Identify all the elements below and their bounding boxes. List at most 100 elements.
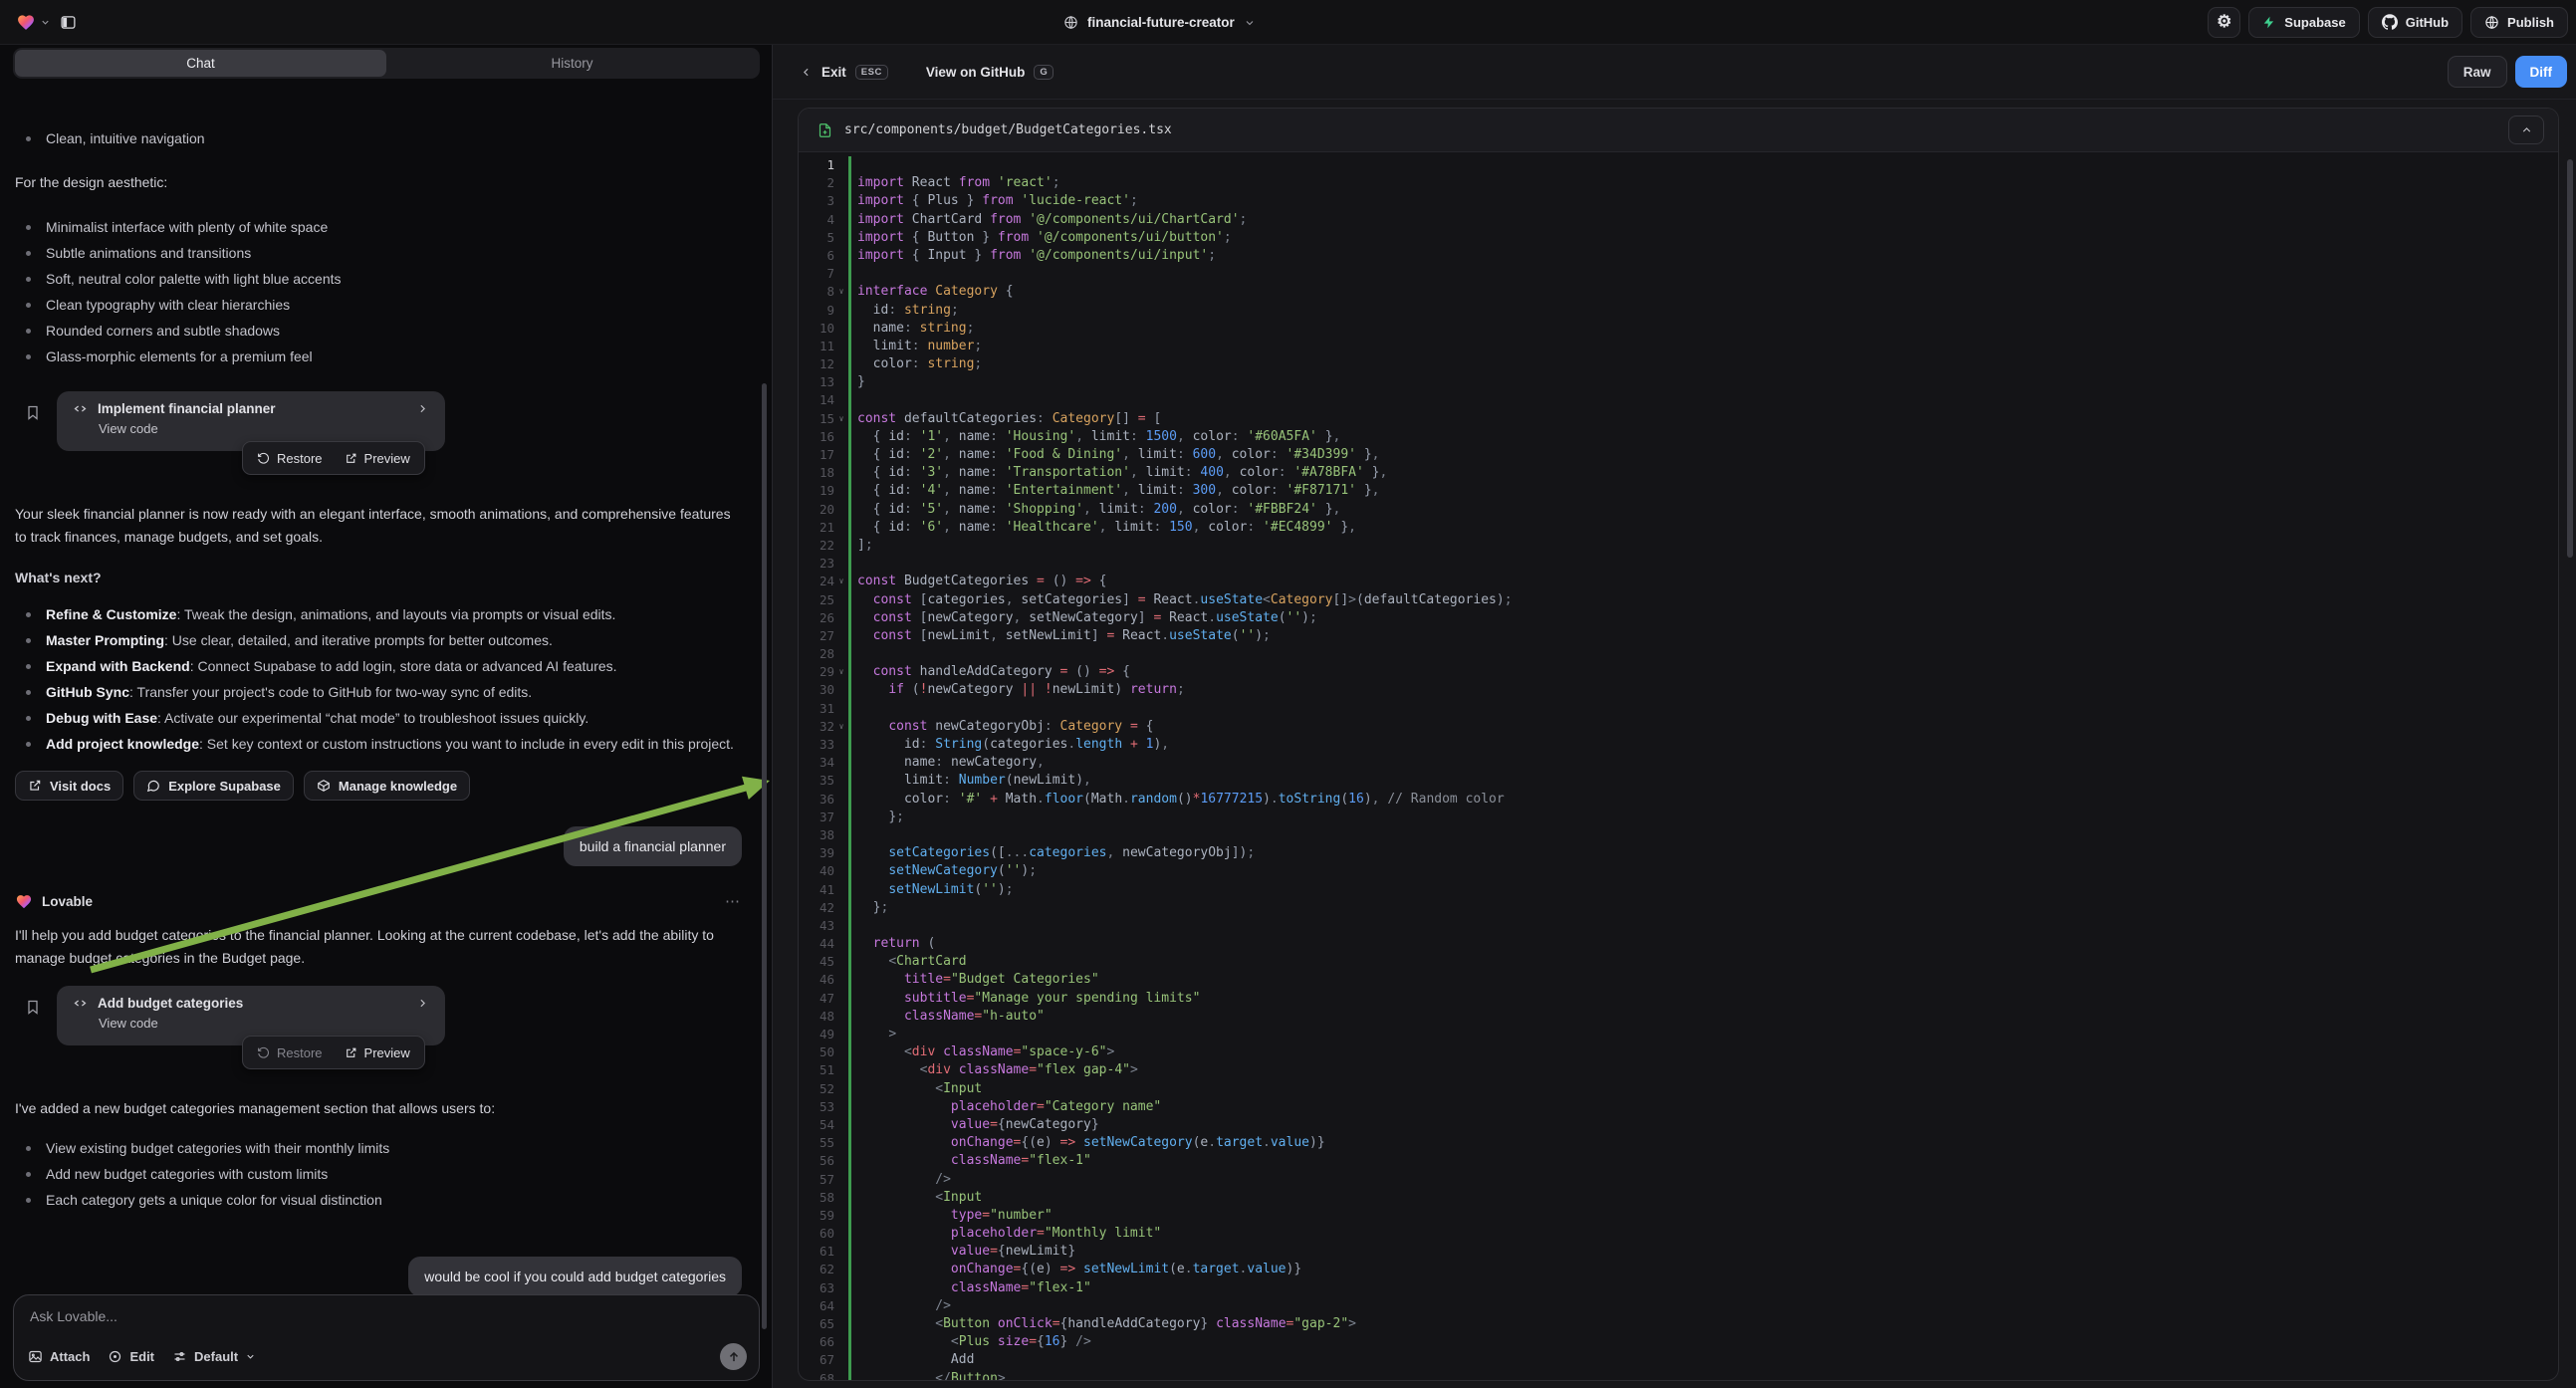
- code-header: Exit ESC View on GitHub G Raw Diff: [773, 45, 2576, 100]
- gutter-line: 14: [799, 391, 848, 409]
- gutter-line: 19: [799, 482, 848, 500]
- raw-toggle[interactable]: Raw: [2448, 56, 2507, 88]
- assistant-outro: I've added a new budget categories manag…: [15, 1097, 742, 1120]
- gutter-line: 47: [799, 990, 848, 1008]
- settings-button[interactable]: ⚙: [2208, 7, 2240, 38]
- code-line: };: [857, 899, 2558, 917]
- gutter-line: 30: [799, 681, 848, 699]
- code-line: name: string;: [857, 320, 2558, 338]
- chevron-right-icon: [416, 402, 429, 415]
- gutter-line: 5: [799, 229, 848, 247]
- sidebar-toggle-icon[interactable]: [60, 14, 77, 31]
- project-switcher[interactable]: financial-future-creator: [1063, 0, 1256, 45]
- code-line: { id: '6', name: 'Healthcare', limit: 15…: [857, 519, 2558, 537]
- composer-toolbar: Attach Edit Default: [28, 1343, 747, 1370]
- assistant-name: Lovable: [42, 894, 93, 909]
- gutter-line: 43: [799, 917, 848, 935]
- publish-button[interactable]: Publish: [2470, 7, 2568, 38]
- list-item: Rounded corners and subtle shadows: [15, 318, 742, 344]
- code-line: const newCategoryObj: Category = {: [857, 718, 2558, 736]
- send-button[interactable]: [720, 1343, 747, 1370]
- gutter-line: 28: [799, 645, 848, 663]
- chat-messages[interactable]: Clean, intuitive navigation For the desi…: [0, 123, 772, 1294]
- restore-icon: [257, 452, 270, 465]
- list-item: Refine & Customize: Tweak the design, an…: [15, 601, 742, 627]
- collapse-file-button[interactable]: [2508, 116, 2544, 144]
- view-code-link[interactable]: View code: [99, 1016, 429, 1031]
- supabase-button[interactable]: Supabase: [2248, 7, 2359, 38]
- code-line: className="flex-1": [857, 1279, 2558, 1297]
- diff-toggle[interactable]: Diff: [2515, 56, 2568, 88]
- gutter-line: 17: [799, 446, 848, 464]
- globe-icon: [1063, 15, 1078, 30]
- topbar: financial-future-creator ⚙ Supabase GitH…: [0, 0, 2576, 45]
- view-on-github-button[interactable]: View on GitHub G: [926, 65, 1054, 80]
- code-line: [857, 700, 2558, 718]
- gutter-line: 9: [799, 302, 848, 320]
- gutter-line: 66: [799, 1333, 848, 1351]
- list-item: Expand with Backend: Connect Supabase to…: [15, 653, 742, 679]
- gutter-line: 3: [799, 192, 848, 210]
- list-item: Soft, neutral color palette with light b…: [15, 266, 742, 292]
- code-scrollbar-thumb[interactable]: [2567, 159, 2573, 558]
- tab-chat[interactable]: Chat: [15, 50, 386, 77]
- code-line: import { Button } from '@/components/ui/…: [857, 229, 2558, 247]
- gutter-line: 63: [799, 1279, 848, 1297]
- explore-supabase-button[interactable]: Explore Supabase: [133, 771, 294, 801]
- code-line: import React from 'react';: [857, 174, 2558, 192]
- chat-input[interactable]: [30, 1308, 707, 1324]
- bookmark-icon[interactable]: [25, 998, 41, 1017]
- visit-docs-button[interactable]: Visit docs: [15, 771, 123, 801]
- view-mode-toggle: Raw Diff: [2448, 56, 2567, 88]
- restore-button[interactable]: Restore: [257, 451, 323, 466]
- edit-button[interactable]: Edit: [108, 1349, 154, 1364]
- design-bullet-list: Minimalist interface with plenty of whit…: [15, 214, 742, 369]
- github-button[interactable]: GitHub: [2368, 7, 2462, 38]
- tab-history[interactable]: History: [386, 50, 758, 77]
- code-line: const handleAddCategory = () => {: [857, 663, 2558, 681]
- design-heading: For the design aesthetic:: [15, 171, 742, 194]
- code-line: [857, 917, 2558, 935]
- manage-knowledge-button[interactable]: Manage knowledge: [304, 771, 470, 801]
- code-line: className="h-auto": [857, 1008, 2558, 1026]
- code-line: if (!newCategory || !newLimit) return;: [857, 681, 2558, 699]
- code-line: setNewLimit('');: [857, 881, 2558, 899]
- external-link-icon: [345, 452, 357, 465]
- file-header-row[interactable]: src/components/budget/BudgetCategories.t…: [799, 109, 2558, 152]
- restore-button[interactable]: Restore: [257, 1045, 323, 1060]
- code-line: name: newCategory,: [857, 754, 2558, 772]
- view-code-link[interactable]: View code: [99, 421, 429, 436]
- bookmark-icon[interactable]: [25, 403, 41, 422]
- exit-button[interactable]: Exit ESC: [800, 65, 888, 80]
- user-message: would be cool if you could add budget ca…: [408, 1257, 742, 1294]
- code-editor[interactable]: 12345678∨9101112131415∨16171819202122232…: [799, 152, 2558, 1380]
- message-menu-icon[interactable]: ⋯: [725, 892, 742, 910]
- user-message: build a financial planner: [564, 826, 742, 866]
- gutter-line: 8∨: [799, 283, 848, 301]
- preview-button[interactable]: Preview: [345, 1045, 410, 1060]
- chat-scrollbar-thumb[interactable]: [762, 383, 767, 1329]
- gutter-line: 68: [799, 1370, 848, 1381]
- chat-tabs: Chat History: [13, 48, 760, 79]
- topbar-actions: ⚙ Supabase GitHub Publish: [2208, 7, 2576, 38]
- code-line: interface Category {: [857, 283, 2558, 301]
- code-line: id: string;: [857, 302, 2558, 320]
- code-line: color: string;: [857, 355, 2558, 373]
- lovable-logo-menu[interactable]: [16, 13, 51, 32]
- code-line: const [newCategory, setNewCategory] = Re…: [857, 609, 2558, 627]
- composer: Attach Edit Default: [13, 1294, 760, 1381]
- assistant-header: Lovable ⋯: [15, 890, 742, 912]
- code-line: [857, 826, 2558, 844]
- code-line: { id: '2', name: 'Food & Dining', limit:…: [857, 446, 2558, 464]
- mode-selector[interactable]: Default: [172, 1349, 256, 1364]
- code-line: [857, 555, 2558, 573]
- code-line: [857, 265, 2558, 283]
- preview-button[interactable]: Preview: [345, 451, 410, 466]
- gutter-line: 1: [799, 156, 848, 174]
- outro-bullet-list: View existing budget categories with the…: [15, 1135, 742, 1213]
- code-line: <Input: [857, 1080, 2558, 1098]
- chat-panel: Chat History Clean, intuitive navigation…: [0, 45, 772, 1388]
- attach-button[interactable]: Attach: [28, 1349, 90, 1364]
- gutter-line: 42: [799, 899, 848, 917]
- code-line: }: [857, 373, 2558, 391]
